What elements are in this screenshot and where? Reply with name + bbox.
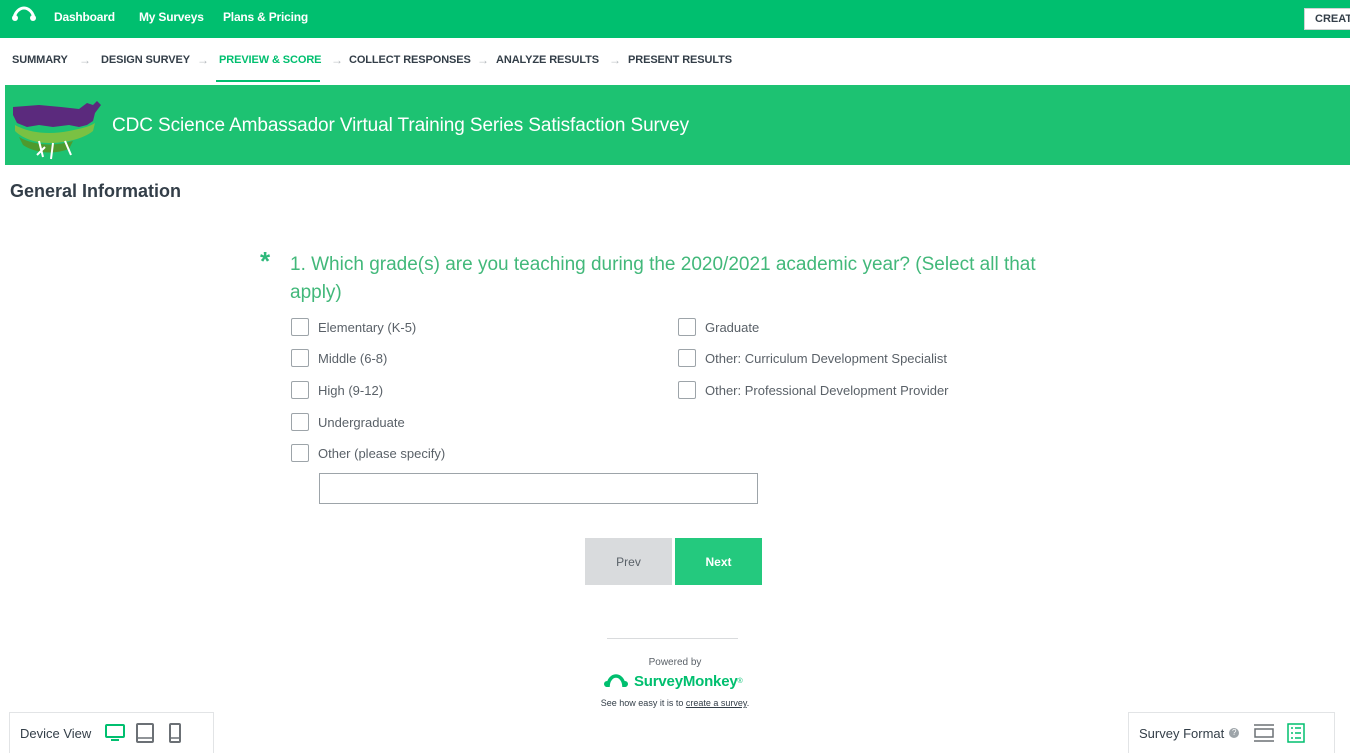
- classic-format-icon[interactable]: [1285, 723, 1307, 743]
- option-label: Other: Professional Development Provider: [705, 382, 949, 398]
- nav-dashboard-link[interactable]: Dashboard: [54, 10, 115, 24]
- option-high[interactable]: High (9-12): [291, 380, 383, 400]
- step-summary[interactable]: SUMMARY: [12, 54, 68, 66]
- trademark-icon: ®: [737, 677, 743, 685]
- next-button[interactable]: Next: [675, 538, 762, 585]
- option-middle[interactable]: Middle (6-8): [291, 348, 387, 368]
- option-pd-provider[interactable]: Other: Professional Development Provider: [678, 380, 949, 400]
- option-label: Elementary (K-5): [318, 319, 417, 335]
- tablet-icon[interactable]: [135, 722, 155, 744]
- surveymonkey-brand[interactable]: SurveyMonkey ®: [604, 671, 743, 691]
- surveymonkey-logo-icon: [604, 674, 628, 688]
- option-curriculum-specialist[interactable]: Other: Curriculum Development Specialist: [678, 348, 947, 368]
- step-design-survey[interactable]: DESIGN SURVEY: [101, 54, 190, 66]
- option-elementary[interactable]: Elementary (K-5): [291, 317, 416, 337]
- step-preview-score[interactable]: PREVIEW & SCORE: [219, 54, 322, 66]
- option-label: Other: Curriculum Development Specialist: [705, 350, 948, 366]
- survey-title: CDC Science Ambassador Virtual Training …: [112, 115, 690, 136]
- checkbox[interactable]: [291, 381, 309, 399]
- step-collect-responses[interactable]: COLLECT RESPONSES: [349, 54, 471, 66]
- checkbox[interactable]: [678, 381, 696, 399]
- required-asterisk-icon: *: [260, 246, 271, 276]
- option-undergraduate[interactable]: Undergraduate: [291, 412, 405, 432]
- option-graduate[interactable]: Graduate: [678, 317, 759, 337]
- option-label: Graduate: [705, 319, 760, 335]
- page-title: General Information: [10, 181, 182, 201]
- help-icon[interactable]: ?: [1229, 728, 1240, 738]
- active-step-underline: [216, 80, 320, 82]
- see-how-text: See how easy it is to create a survey.: [0, 698, 1350, 708]
- checkbox[interactable]: [291, 444, 309, 462]
- survey-format-label: Survey Format: [1139, 725, 1225, 741]
- arrow-right-icon: →: [331, 53, 343, 67]
- checkbox[interactable]: [678, 318, 696, 336]
- arrow-right-icon: →: [477, 53, 489, 67]
- usa-map-logo-icon: [13, 101, 101, 160]
- create-survey-button[interactable]: CREATE SURVEY: [1304, 8, 1350, 30]
- arrow-right-icon: →: [609, 53, 621, 67]
- checkbox[interactable]: [291, 413, 309, 431]
- top-nav: Dashboard My Surveys Plans & Pricing CRE…: [0, 0, 1350, 38]
- device-view-panel: Device View: [9, 712, 214, 753]
- nav-my-surveys-link[interactable]: My Surveys: [139, 10, 204, 24]
- workflow-steps: SUMMARY → DESIGN SURVEY → PREVIEW & SCOR…: [0, 38, 1350, 82]
- prev-button[interactable]: Prev: [585, 538, 672, 585]
- desktop-icon[interactable]: [105, 722, 126, 744]
- arrow-right-icon: →: [197, 53, 209, 67]
- see-how-prefix: See how easy it is to: [600, 698, 686, 708]
- checkbox[interactable]: [291, 318, 309, 336]
- one-question-at-a-time-icon[interactable]: [1253, 723, 1275, 743]
- footer-divider: [607, 638, 738, 639]
- option-label: Other (please specify): [318, 445, 446, 461]
- checkbox[interactable]: [291, 349, 309, 367]
- checkbox[interactable]: [678, 349, 696, 367]
- device-view-label: Device View: [20, 725, 92, 741]
- option-label: High (9-12): [318, 382, 384, 398]
- create-survey-link[interactable]: create a survey: [686, 698, 747, 708]
- phone-icon[interactable]: [165, 722, 185, 744]
- surveymonkey-name: SurveyMonkey: [634, 672, 738, 690]
- option-label: Middle (6-8): [318, 350, 388, 366]
- option-label: Undergraduate: [318, 414, 405, 430]
- other-specify-input[interactable]: [319, 473, 758, 504]
- arrow-right-icon: →: [79, 53, 91, 67]
- nav-plans-pricing-link[interactable]: Plans & Pricing: [223, 10, 308, 24]
- step-present-results[interactable]: PRESENT RESULTS: [628, 54, 732, 66]
- survey-banner: CDC Science Ambassador Virtual Training …: [5, 85, 1350, 165]
- option-other-specify[interactable]: Other (please specify): [291, 443, 445, 463]
- question-text: 1. Which grade(s) are you teaching durin…: [290, 254, 1036, 303]
- see-how-suffix: .: [746, 698, 750, 708]
- powered-by-label: Powered by: [648, 657, 702, 668]
- surveymonkey-logo-icon[interactable]: [12, 6, 36, 22]
- step-analyze-results[interactable]: ANALYZE RESULTS: [496, 54, 599, 66]
- survey-format-panel: Survey Format ?: [1128, 712, 1335, 753]
